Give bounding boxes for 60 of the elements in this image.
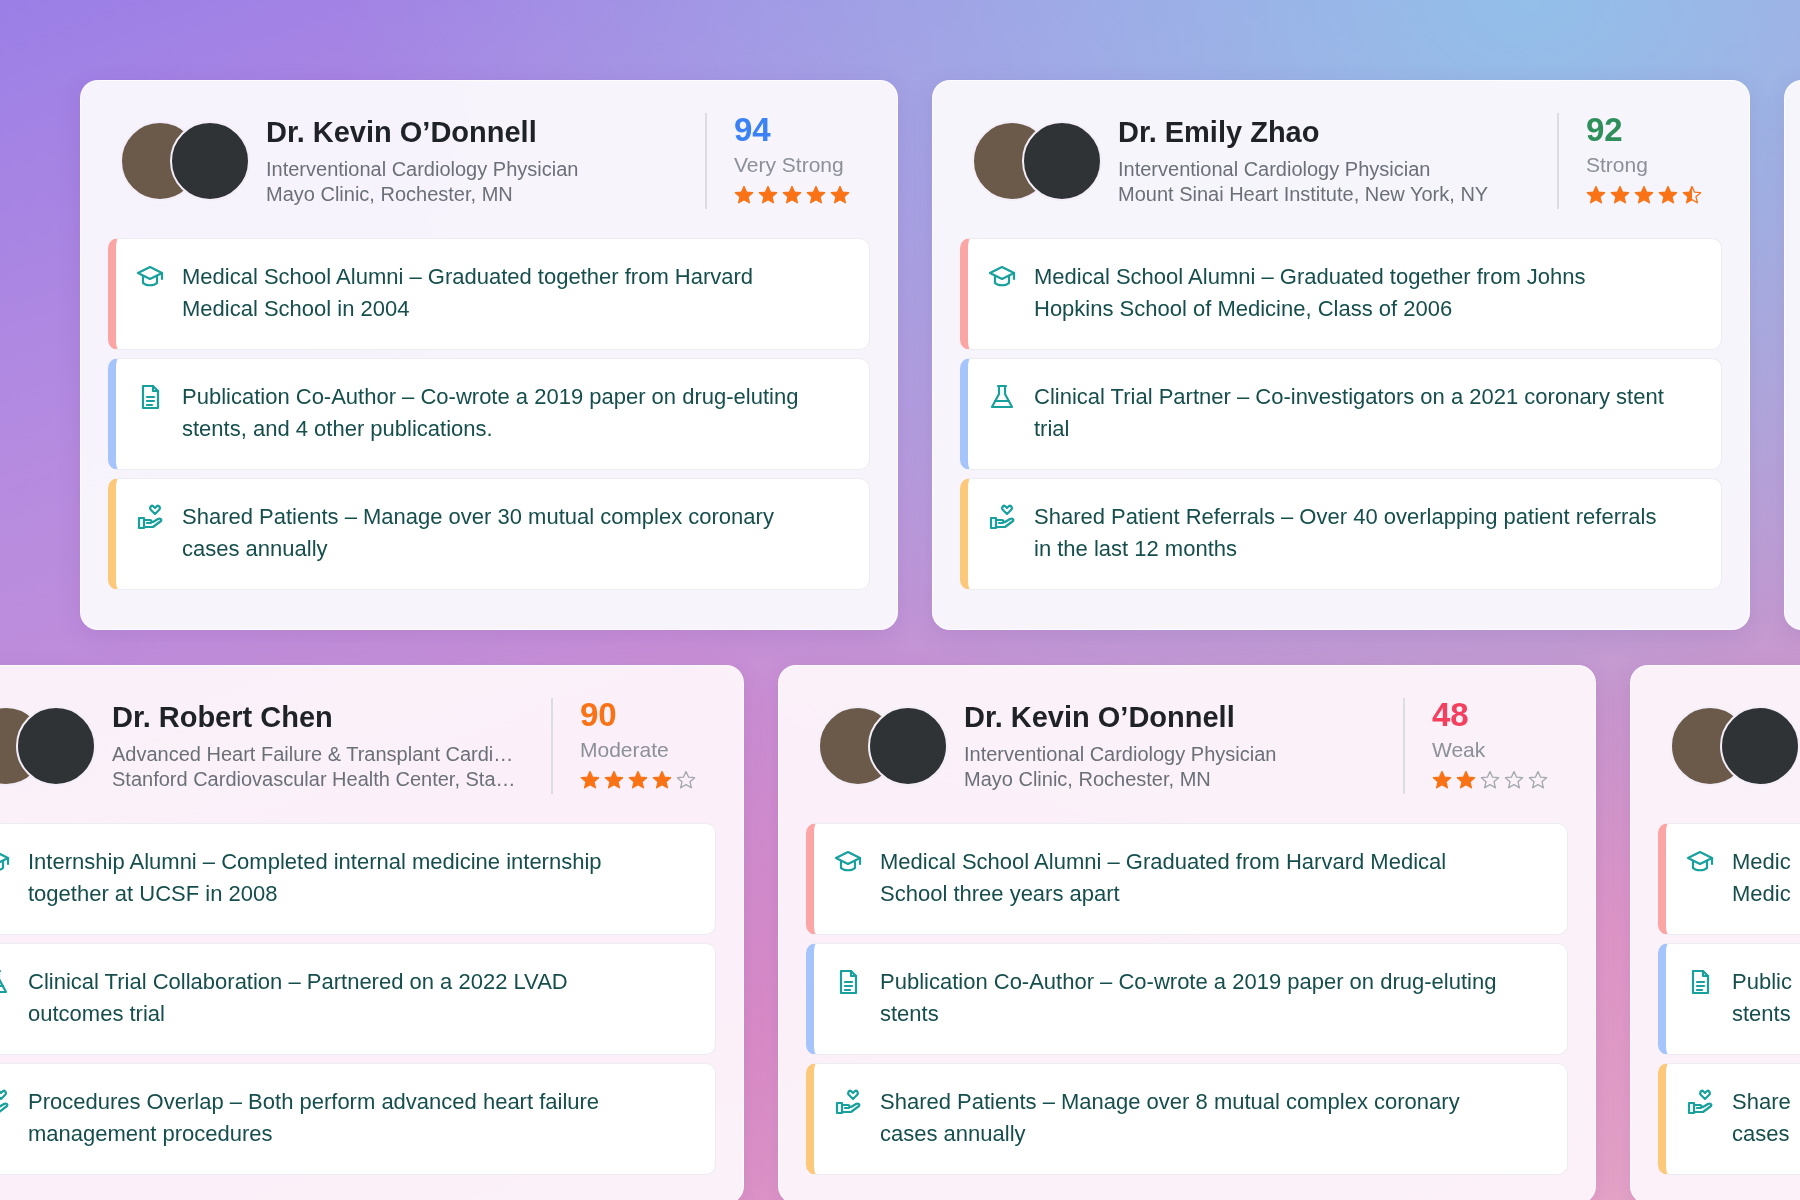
star-icon <box>782 185 802 205</box>
star-icon <box>652 770 672 790</box>
location-text: Mayo Clinic, Rochester, MN <box>964 766 1212 792</box>
connection-text: Public stents <box>1732 968 1792 1028</box>
empty-star-icon <box>676 770 696 790</box>
star-icon <box>734 185 754 205</box>
star-icon <box>806 185 826 205</box>
connection-text: Clinical Trial Partner – Co-investigators on a 2021 coronary stent trial <box>1034 383 1665 443</box>
connection-text: Clinical Trial Collaboration – Partnered on a 2022 LVAD outcomes trial <box>28 968 569 1028</box>
doctor-name: Dr. Emily Zhao <box>1118 115 1321 149</box>
connection-text: Shared Patient Referrals – Over 40 overlapping patient referrals in the last 12 months <box>1034 503 1658 563</box>
hand-heart-icon <box>1686 1088 1714 1116</box>
score-value: 92 <box>1586 113 1624 147</box>
empty-star-icon <box>1480 770 1500 790</box>
connection-text: Publication Co-Author – Co-wrote a 2019 paper on drug-eluting stents, and 4 other publications. <box>182 383 800 443</box>
flask-icon <box>988 383 1016 411</box>
star-icon <box>830 185 850 205</box>
strength-label: Very Strong <box>734 153 845 177</box>
doctor-name: Dr. Robert Chen <box>112 700 334 734</box>
hand-heart-icon <box>136 503 164 531</box>
specialty-text: Interventional Cardiology Physician <box>1118 156 1432 182</box>
specialty-text: Interventional Cardiology Physician <box>964 741 1278 767</box>
doctor-name: Dr. Kevin O’Donnell <box>964 700 1236 734</box>
star-icon <box>758 185 778 205</box>
connection-text: Publication Co-Author – Co-wrote a 2019 paper on drug-eluting stents <box>880 968 1498 1028</box>
specialty-text: Advanced Heart Failure & Transplant Cardi… <box>112 741 515 767</box>
connection-text: Medical School Alumni – Graduated together from Harvard Medical School in 2004 <box>182 263 755 323</box>
star-icon <box>1586 185 1606 205</box>
connection-text: Share cases <box>1732 1088 1791 1148</box>
star-icon <box>580 770 600 790</box>
location-text: Mayo Clinic, Rochester, MN <box>266 181 514 207</box>
strength-label: Strong <box>1586 153 1649 177</box>
hand-heart-icon <box>988 503 1016 531</box>
connection-text: Shared Patients – Manage over 30 mutual complex coronary cases annually <box>182 503 775 563</box>
star-icon <box>604 770 624 790</box>
specialty-text: Interventional Cardiology Physician <box>266 156 580 182</box>
connection-text: Shared Patients – Manage over 8 mutual complex coronary cases annually <box>880 1088 1461 1148</box>
hand-heart-icon <box>834 1088 862 1116</box>
star-icon <box>1658 185 1678 205</box>
score-value: 90 <box>580 698 618 732</box>
score-value: 48 <box>1432 698 1470 732</box>
location-text: Stanford Cardiovascular Health Center, Sta… <box>112 766 517 792</box>
strength-label: Moderate <box>580 738 670 762</box>
empty-star-icon <box>1504 770 1524 790</box>
half-star-icon <box>1682 185 1702 205</box>
empty-star-icon <box>1528 770 1548 790</box>
connection-text: Medical School Alumni – Graduated together from Johns Hopkins School of Medicine, Class of 2006 <box>1034 263 1587 323</box>
connection-text: Medical School Alumni – Graduated from Harvard Medical School three years apart <box>880 848 1448 908</box>
connection-text: Medic Medic <box>1732 848 1791 908</box>
star-icon <box>1432 770 1452 790</box>
doctor-name: Dr. Kevin O’Donnell <box>266 115 538 149</box>
score-value: 94 <box>734 113 772 147</box>
star-icon <box>1456 770 1476 790</box>
location-text: Mount Sinai Heart Institute, New York, NY <box>1118 181 1490 207</box>
star-icon <box>628 770 648 790</box>
star-icon <box>1634 185 1654 205</box>
connection-text: Internship Alumni – Completed internal medicine internship together at UCSF in 2008 <box>28 848 603 908</box>
strength-label: Weak <box>1432 738 1487 762</box>
star-icon <box>1610 185 1630 205</box>
connection-text: Procedures Overlap – Both perform advanced heart failure management procedures <box>28 1088 601 1148</box>
